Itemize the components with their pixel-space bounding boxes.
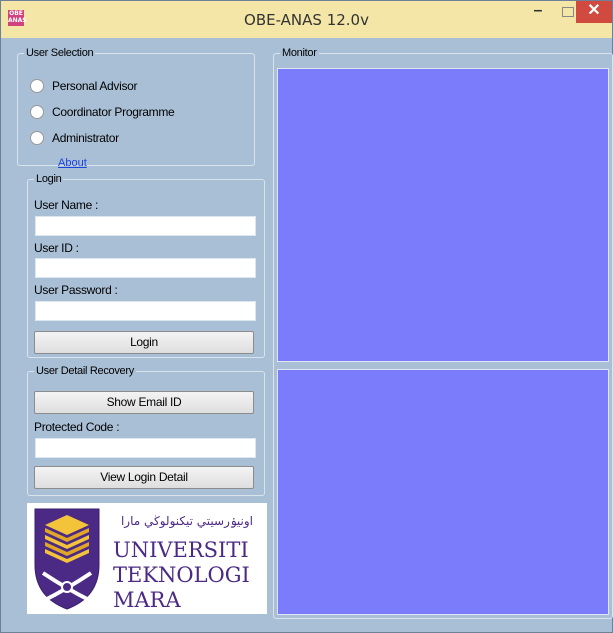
- protected-code-label: Protected Code :: [34, 420, 120, 434]
- maximize-icon: [562, 7, 574, 17]
- uitm-crest-icon: اونيۏرسيتي تيکنولوڬي مارا UNIVERSITI TEK…: [34, 508, 253, 612]
- radio-button[interactable]: [30, 78, 44, 93]
- main-content: User Selection Personal Advisor Coordina…: [11, 38, 613, 632]
- monitor-bottom-panel[interactable]: [277, 369, 609, 615]
- recovery-group: User Detail Recovery Show Email ID Prote…: [27, 365, 265, 496]
- radio-personal-advisor[interactable]: Personal Advisor: [30, 78, 138, 95]
- minimize-icon: –: [533, 2, 543, 19]
- radio-label: Administrator: [52, 131, 119, 145]
- close-button[interactable]: ✕: [576, 1, 612, 23]
- radio-label: Personal Advisor: [52, 79, 138, 93]
- password-label: User Password :: [34, 283, 118, 297]
- user-selection-group: User Selection Personal Advisor Coordina…: [17, 47, 255, 169]
- login-legend: Login: [36, 173, 62, 185]
- monitor-top-panel[interactable]: [277, 68, 609, 362]
- jawi-text: اونيۏرسيتي تيکنولوڬي مارا: [121, 514, 253, 529]
- username-label: User Name :: [34, 198, 99, 212]
- login-group: Login User Name : User ID : User Passwor…: [27, 173, 265, 358]
- monitor-legend: Monitor: [282, 47, 317, 59]
- radio-button[interactable]: [30, 130, 44, 145]
- minimize-button[interactable]: –: [523, 1, 553, 23]
- radio-administrator[interactable]: Administrator: [30, 130, 119, 147]
- monitor-group: Monitor: [273, 47, 613, 619]
- close-icon: ✕: [587, 2, 601, 19]
- window-title: OBE-ANAS 12.0v: [244, 11, 369, 29]
- userid-input[interactable]: [35, 258, 256, 278]
- title-bar[interactable]: OBE ANAS OBE-ANAS 12.0v – ✕: [1, 1, 612, 38]
- password-input[interactable]: [35, 301, 256, 321]
- radio-coordinator-programme[interactable]: Coordinator Programme: [30, 104, 175, 121]
- about-link[interactable]: About: [58, 157, 87, 169]
- recovery-legend: User Detail Recovery: [36, 365, 134, 377]
- protected-code-input[interactable]: [35, 438, 256, 458]
- logo-line-2: TEKNOLOGI: [113, 563, 250, 587]
- view-login-button[interactable]: View Login Detail: [34, 466, 254, 489]
- university-logo: اونيۏرسيتي تيکنولوڬي مارا UNIVERSITI TEK…: [27, 503, 267, 614]
- username-input[interactable]: [35, 216, 256, 236]
- login-button[interactable]: Login: [34, 331, 254, 354]
- logo-line-1: UNIVERSITI: [113, 538, 249, 562]
- radio-button[interactable]: [30, 104, 44, 119]
- radio-label: Coordinator Programme: [52, 105, 175, 119]
- app-window: OBE ANAS OBE-ANAS 12.0v – ✕ User Selecti…: [0, 0, 613, 633]
- user-selection-legend: User Selection: [26, 47, 94, 59]
- userid-label: User ID :: [34, 241, 79, 255]
- logo-line-3: MARA: [113, 588, 181, 612]
- show-email-button[interactable]: Show Email ID: [34, 391, 254, 414]
